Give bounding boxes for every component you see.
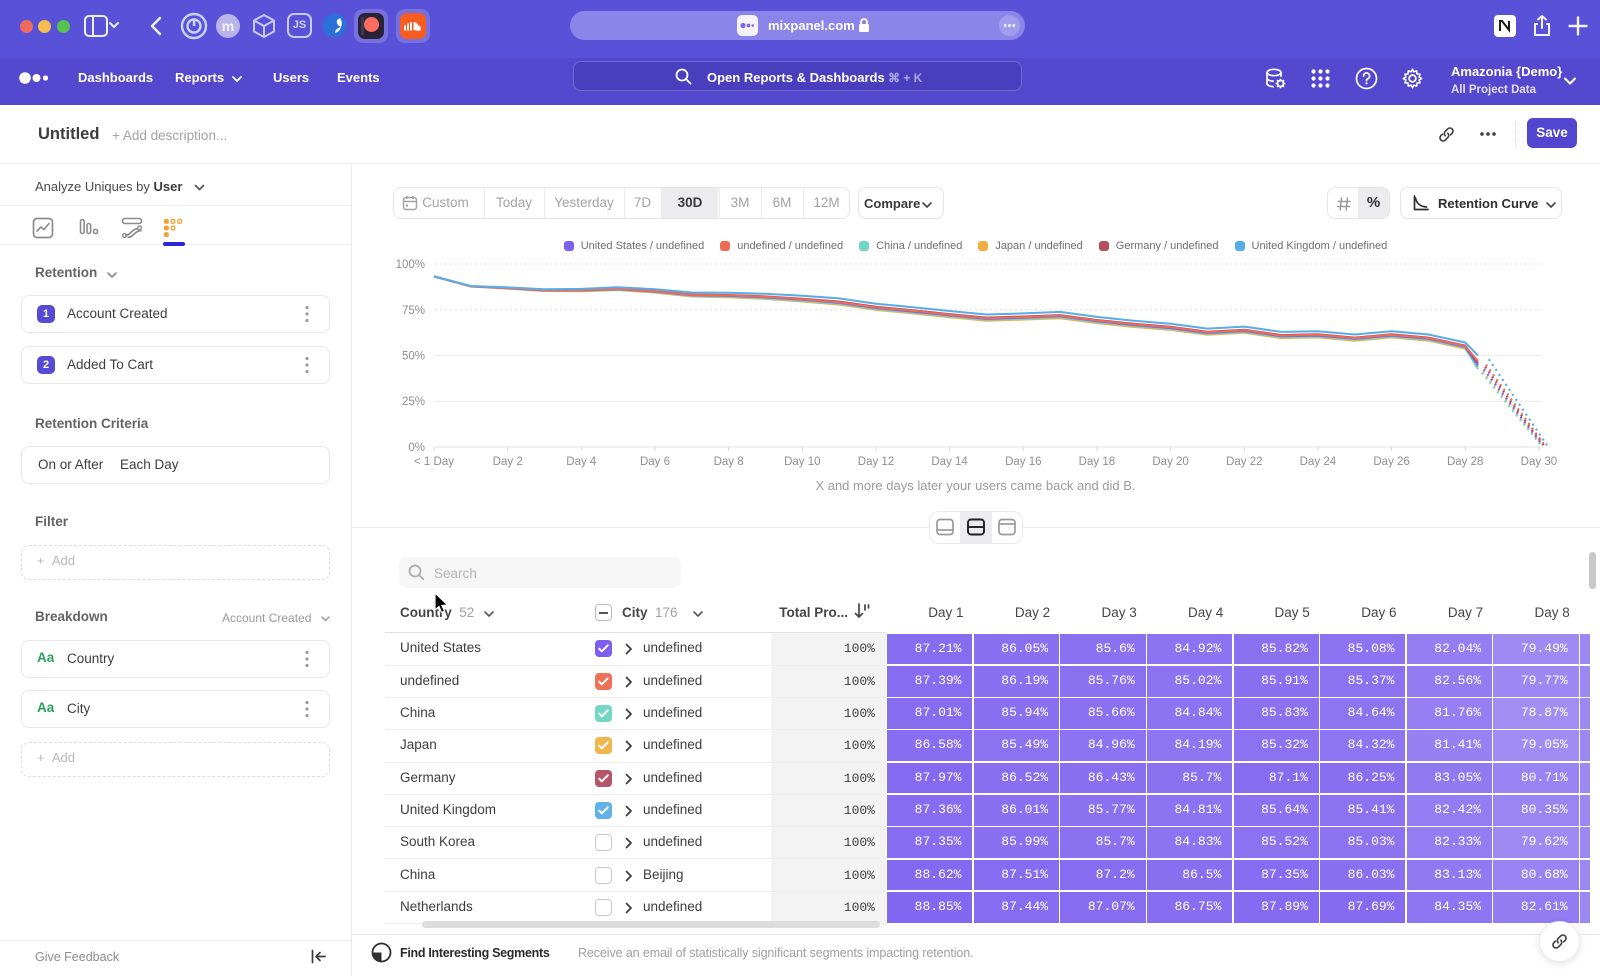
svg-text:Day 14: Day 14	[931, 456, 968, 468]
svg-text:Day 22: Day 22	[1226, 456, 1262, 468]
svg-text:Day 6: Day 6	[640, 456, 670, 468]
svg-text:75%: 75%	[402, 305, 425, 317]
svg-text:Day 10: Day 10	[784, 456, 820, 468]
svg-text:Day 20: Day 20	[1152, 456, 1188, 468]
svg-text:< 1 Day: < 1 Day	[414, 456, 454, 468]
svg-text:Day 8: Day 8	[714, 456, 744, 468]
svg-text:0%: 0%	[408, 442, 425, 454]
svg-text:Day 12: Day 12	[858, 456, 894, 468]
svg-text:Day 18: Day 18	[1079, 456, 1115, 468]
svg-text:Day 26: Day 26	[1373, 456, 1409, 468]
svg-text:Day 16: Day 16	[1005, 456, 1041, 468]
svg-text:Day 2: Day 2	[493, 456, 523, 468]
svg-text:Day 4: Day 4	[566, 456, 597, 468]
svg-text:Day 30: Day 30	[1521, 456, 1557, 468]
svg-text:25%: 25%	[402, 396, 425, 408]
svg-text:Day 28: Day 28	[1447, 456, 1483, 468]
svg-text:50%: 50%	[402, 351, 425, 363]
svg-text:Day 24: Day 24	[1300, 456, 1337, 468]
svg-text:100%: 100%	[396, 259, 425, 271]
